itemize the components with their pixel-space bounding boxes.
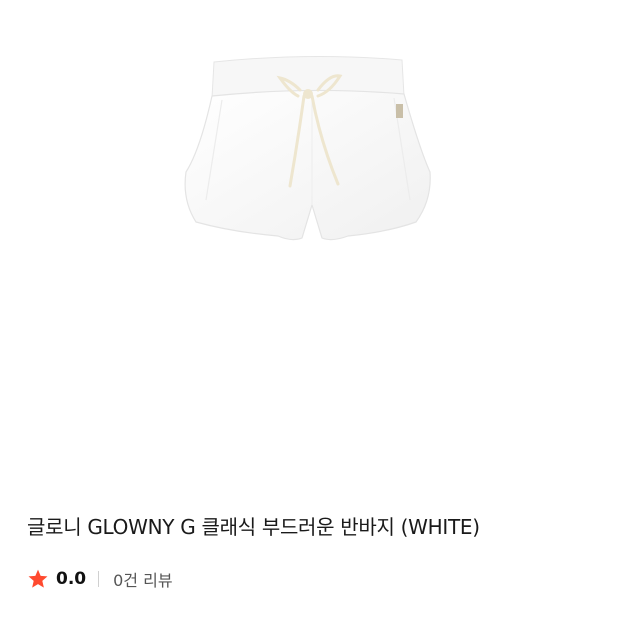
divider <box>98 571 100 587</box>
product-image[interactable] <box>0 0 620 490</box>
rating-value: 0.0 <box>56 569 87 589</box>
star-icon <box>28 569 48 588</box>
product-title[interactable]: 글로니 GLOWNY G 클래식 부드러운 반바지 (WHITE) <box>27 513 480 541</box>
product-card[interactable]: 글로니 GLOWNY G 클래식 부드러운 반바지 (WHITE) 0.0 0건… <box>0 0 620 620</box>
review-count-link[interactable]: 0건 리뷰 <box>113 567 172 591</box>
rating-row: 0.0 0건 리뷰 <box>27 566 173 592</box>
